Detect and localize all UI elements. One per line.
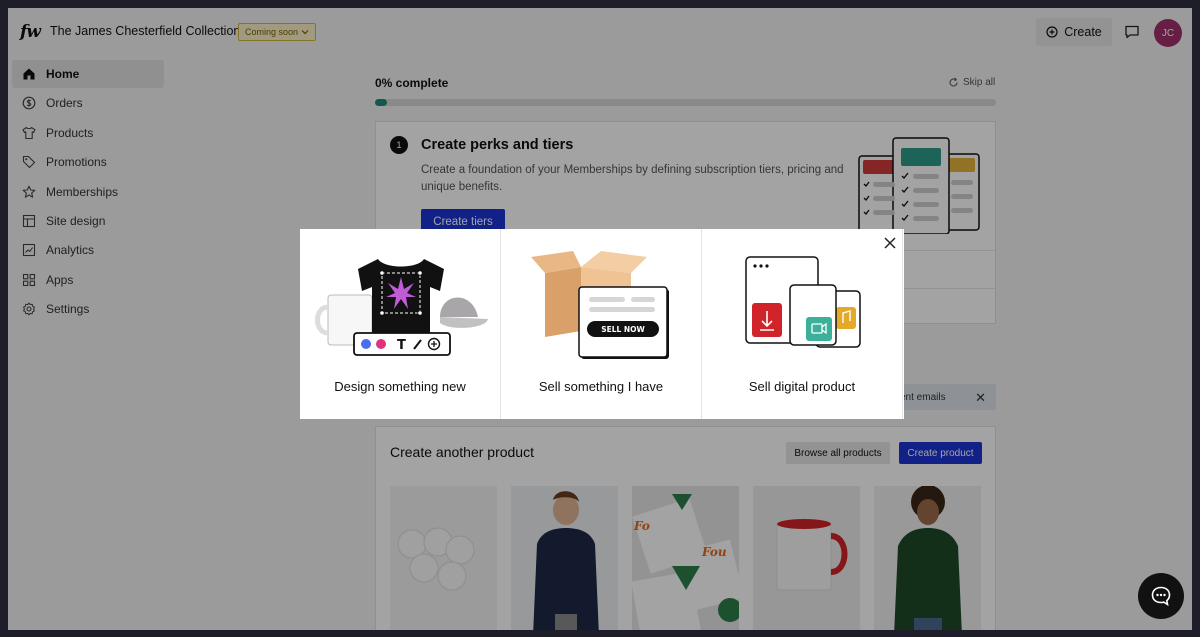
option-label: Sell digital product [748, 379, 856, 394]
box-illustration: SELL NOW [531, 251, 669, 359]
option-label: Design something new [334, 379, 466, 394]
option-digital-product[interactable]: Sell digital product [702, 229, 903, 419]
option-design-new[interactable]: T Design something new [300, 229, 501, 419]
create-product-modal: T Design something new SELL NOW Sell som… [300, 229, 904, 419]
svg-text:T: T [397, 338, 406, 353]
tshirt-mug-cap-illustration: T [315, 259, 488, 356]
option-label: Sell something I have [538, 379, 664, 394]
digital-files-illustration [745, 256, 861, 348]
app-frame: fw The James Chesterfield Collection Com… [8, 8, 1192, 630]
support-chat-button[interactable] [1138, 573, 1184, 619]
option-sell-existing[interactable]: SELL NOW Sell something I have [501, 229, 702, 419]
chat-icon [1151, 586, 1171, 607]
sell-now-label: SELL NOW [601, 325, 645, 334]
close-icon[interactable] [882, 235, 898, 251]
